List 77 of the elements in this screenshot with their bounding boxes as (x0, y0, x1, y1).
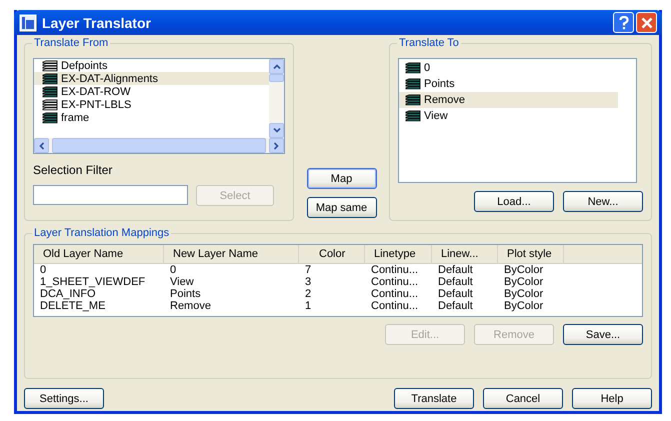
dialog-button[interactable]: Load... (474, 191, 554, 212)
table-cell-text: Default (437, 276, 474, 288)
list-item[interactable]: 0 (399, 60, 636, 76)
scroll-up-button[interactable] (269, 59, 284, 74)
vertical-scrollbar[interactable] (269, 59, 284, 138)
field-label: Selection Filter (33, 163, 114, 177)
table-cell-text: ByColor (503, 300, 544, 312)
close-icon (640, 16, 652, 28)
close-button[interactable] (636, 12, 657, 33)
scroll-thumb[interactable] (269, 74, 284, 82)
list-item[interactable]: EX-DAT-Alignments (34, 72, 269, 85)
group-label: Translate To (397, 37, 461, 49)
dialog-button[interactable]: Settings... (24, 388, 104, 409)
window-title: Layer Translator (42, 14, 152, 30)
chevron-down-icon (272, 128, 280, 133)
filled-layers-icon (405, 78, 421, 90)
list-item[interactable]: Remove (399, 92, 618, 108)
table-cell-text: 1_SHEET_VIEWDEF (39, 276, 146, 288)
table-cell-text: 1 (304, 300, 312, 312)
list-item[interactable]: EX-PNT-LBLS (34, 98, 269, 111)
dialog-button[interactable]: New... (563, 191, 643, 212)
filled-layers-icon (405, 94, 421, 106)
dialog-button[interactable]: Translate (394, 388, 474, 409)
table-cell-text: Default (437, 288, 474, 300)
table-cell-text: 7 (304, 264, 312, 276)
chevron-left-icon (39, 142, 44, 150)
list-item[interactable]: Defpoints (34, 59, 269, 72)
table-cell-text: 0 (169, 264, 178, 276)
table-cell-text: View (169, 276, 195, 288)
table-cell-text: 2 (304, 288, 312, 300)
map-button[interactable]: Map (306, 168, 376, 189)
table-cell-text: Remove (169, 300, 212, 312)
scroll-left-button[interactable] (34, 138, 49, 153)
help-button[interactable] (613, 12, 634, 33)
table-cell-text: DCA_INFO (39, 288, 97, 300)
column-header[interactable]: Plot style (498, 245, 564, 263)
table-cell-text: Continu... (370, 264, 420, 276)
list-item[interactable]: frame (34, 111, 269, 124)
table-cell-text: Default (437, 300, 474, 312)
dialog-button[interactable]: Help (572, 388, 652, 409)
column-header[interactable]: Linew... (432, 245, 498, 263)
filled-layers-icon (405, 110, 421, 122)
group-label: Layer Translation Mappings (32, 227, 172, 239)
dialog-button[interactable]: Save... (563, 324, 643, 345)
table-cell-text: ByColor (503, 288, 544, 300)
map-button[interactable]: Map same (306, 197, 376, 218)
chevron-up-icon (272, 64, 280, 69)
table-cell-text: Continu... (370, 288, 420, 300)
column-header[interactable]: Old Layer Name (34, 245, 164, 263)
list-item[interactable]: View (399, 108, 636, 124)
list-item[interactable]: EX-DAT-ROW (34, 85, 269, 98)
scroll-down-button[interactable] (269, 123, 284, 138)
table-cell-text: DELETE_ME (39, 300, 106, 312)
table-cell-text: 0 (39, 264, 48, 276)
selection-filter-field[interactable] (33, 185, 188, 205)
filled-layers-icon (405, 62, 421, 74)
list-item[interactable]: Points (399, 76, 636, 92)
table-cell-text: ByColor (503, 276, 544, 288)
dialog-button[interactable]: Cancel (483, 388, 563, 409)
table-cell-text: 3 (304, 276, 312, 288)
scroll-right-button[interactable] (269, 138, 284, 153)
question-mark-icon (618, 16, 628, 30)
table-cell-text: Continu... (370, 300, 420, 312)
table-cell-text: Points (169, 288, 202, 300)
column-header[interactable]: New Layer Name (164, 245, 299, 263)
filled-layers-icon (42, 86, 58, 98)
group-label: Translate From (32, 37, 110, 49)
table-cell-text: Default (437, 264, 474, 276)
app-icon (19, 14, 37, 32)
filled-layers-icon (42, 112, 58, 124)
filled-layers-icon (42, 72, 58, 84)
column-header[interactable]: Color (299, 245, 365, 263)
table-cell-text: Continu... (370, 276, 420, 288)
outline-layers-icon (42, 98, 58, 110)
chevron-right-icon (274, 142, 279, 150)
table-cell-text: ByColor (503, 264, 544, 276)
column-header[interactable]: Linetype (365, 245, 432, 263)
